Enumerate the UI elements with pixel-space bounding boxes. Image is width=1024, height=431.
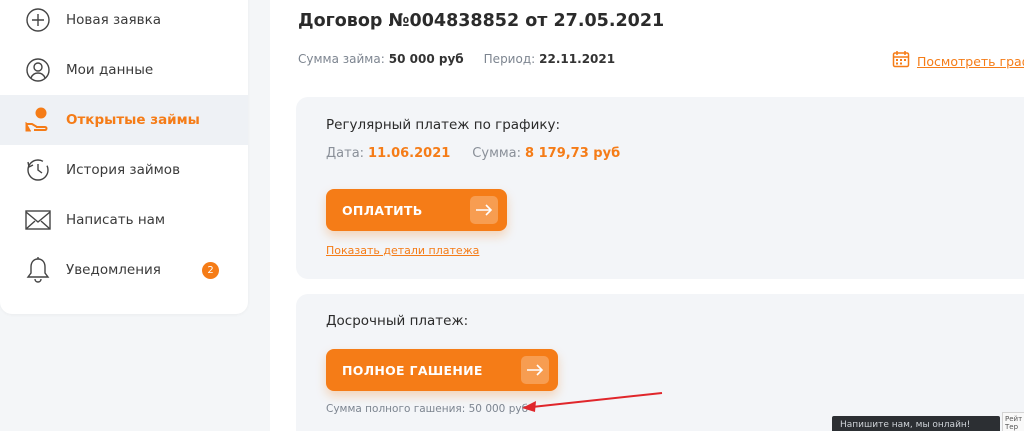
- sidebar-item-label: История займов: [66, 162, 181, 178]
- contract-meta: Сумма займа: 50 000 руб Период: 22.11.2021: [298, 52, 615, 66]
- recaptcha-badge: Рейт Тер: [1002, 412, 1024, 431]
- arrow-right-icon: [470, 196, 498, 224]
- user-icon: [24, 56, 52, 84]
- view-schedule-link[interactable]: Посмотреть графи: [892, 50, 1024, 72]
- payment-sum-value: 8 179,73 руб: [525, 146, 621, 161]
- payment-sum-label: Сумма:: [472, 146, 522, 161]
- plus-circle-icon: [24, 6, 52, 34]
- sidebar-item-loan-history[interactable]: История займов: [0, 145, 248, 195]
- show-payment-details-link[interactable]: Показать детали платежа: [326, 244, 479, 257]
- envelope-icon: [24, 206, 52, 234]
- chat-tooltip[interactable]: Напишите нам, мы онлайн!: [832, 416, 1000, 431]
- loan-period-label: Период:: [483, 52, 536, 66]
- payment-date-label: Дата:: [326, 146, 365, 161]
- regular-payment-heading: Регулярный платеж по графику:: [326, 117, 561, 133]
- sidebar-item-label: Написать нам: [66, 212, 166, 228]
- sidebar-item-open-loans[interactable]: Открытые займы: [0, 95, 248, 145]
- bell-icon: [24, 256, 52, 284]
- pay-button-label: ОПЛАТИТЬ: [342, 202, 423, 218]
- early-payment-heading: Досрочный платеж:: [326, 313, 469, 329]
- main-content: Договор №004838852 от 27.05.2021 Сумма з…: [270, 0, 1024, 431]
- sidebar: Новая заявка Мои данные Открытые займы И…: [0, 0, 248, 314]
- full-repayment-amount-note: Сумма полного гашения: 50 000 руб: [326, 403, 529, 415]
- regular-payment-details: Дата: 11.06.2021 Сумма: 8 179,73 руб: [326, 146, 620, 161]
- sidebar-item-notifications[interactable]: Уведомления 2: [0, 245, 248, 295]
- view-schedule-link-text[interactable]: Посмотреть графи: [917, 54, 1024, 69]
- sidebar-item-label: Новая заявка: [66, 12, 162, 28]
- loan-period-value: 22.11.2021: [539, 52, 616, 66]
- sidebar-item-label: Мои данные: [66, 62, 154, 78]
- sidebar-item-new-application[interactable]: Новая заявка: [0, 0, 248, 45]
- coin-hand-icon: [24, 106, 52, 134]
- arrow-right-icon: [521, 356, 549, 384]
- loan-amount-value: 50 000 руб: [388, 52, 464, 66]
- history-icon: [24, 156, 52, 184]
- sidebar-item-label: Уведомления: [66, 262, 161, 278]
- loan-amount-label: Сумма займа:: [298, 52, 385, 66]
- annotation-arrow: [522, 392, 663, 412]
- calendar-icon: [892, 50, 910, 72]
- pay-button[interactable]: ОПЛАТИТЬ: [326, 189, 507, 231]
- sidebar-item-my-data[interactable]: Мои данные: [0, 45, 248, 95]
- full-repayment-button[interactable]: ПОЛНОЕ ГАШЕНИЕ: [326, 349, 558, 391]
- full-repayment-button-label: ПОЛНОЕ ГАШЕНИЕ: [342, 362, 483, 378]
- contract-title: Договор №004838852 от 27.05.2021: [298, 11, 665, 31]
- sidebar-item-write-us[interactable]: Написать нам: [0, 195, 248, 245]
- regular-payment-card: Регулярный платеж по графику: Дата: 11.06…: [296, 97, 1024, 279]
- notification-count-badge: 2: [202, 261, 219, 279]
- sidebar-item-label: Открытые займы: [66, 112, 200, 128]
- payment-date-value: 11.06.2021: [368, 146, 451, 161]
